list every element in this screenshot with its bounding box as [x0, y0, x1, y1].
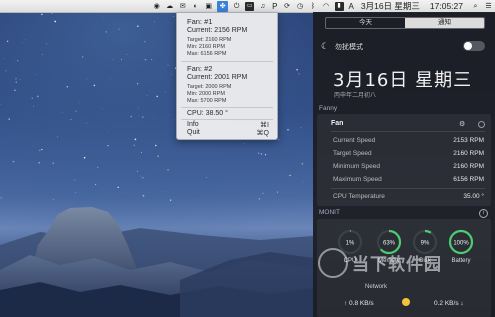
- fan1-title: Fan: #1: [187, 17, 213, 26]
- chat-icon[interactable]: ✉: [178, 2, 187, 11]
- maximum-speed-value: 6156 RPM: [453, 176, 484, 183]
- input-source[interactable]: A: [349, 2, 354, 11]
- sync-icon[interactable]: ⟳: [283, 2, 292, 11]
- gauge-label: Battery: [451, 258, 471, 264]
- p-menu-item[interactable]: P: [272, 2, 277, 11]
- fan2-title: Fan: #2: [187, 64, 213, 73]
- target-speed-label: Target Speed: [333, 150, 372, 157]
- gauge-value: 9%: [421, 241, 430, 247]
- current-speed-label: Current Speed: [333, 137, 376, 144]
- sun-icon: [402, 298, 410, 306]
- do-not-disturb-row: ☾ 勿扰模式: [321, 40, 489, 54]
- fan-menu-icon[interactable]: ✤: [217, 0, 229, 12]
- target-speed-value: 2160 RPM: [453, 150, 484, 157]
- fan2-current: Current: 2001 RPM: [187, 74, 248, 81]
- bluetooth-icon[interactable]: ᛒ: [309, 2, 318, 11]
- wifi-icon[interactable]: ◠: [322, 2, 331, 11]
- monitor-icon[interactable]: ▭: [245, 1, 255, 11]
- fan1-target: Target: 2160 RPM: [187, 37, 232, 43]
- maximum-speed-label: Maximum Speed: [333, 176, 382, 183]
- gauge-ring: 100%: [448, 229, 474, 255]
- notification-tabs: 今天 通知: [325, 17, 485, 29]
- network-download: 0.2 KB/s ↓: [434, 300, 464, 307]
- gauge-battery[interactable]: 100%: [448, 229, 474, 255]
- menubar-clock[interactable]: 17:05:27: [430, 1, 463, 11]
- clock-icon[interactable]: ◷: [296, 2, 305, 11]
- network-upload: ↑ 0.8 KB/s: [344, 300, 374, 307]
- minimum-speed-label: Minimum Speed: [333, 163, 380, 170]
- watermark-logo: [318, 248, 348, 278]
- minimum-speed-value: 2160 RPM: [453, 163, 484, 170]
- gauge-value: 63%: [383, 241, 396, 247]
- battery-icon[interactable]: ▮: [334, 1, 344, 11]
- toggle-knob: [464, 42, 472, 50]
- fan-dropdown-menu: Fan: #1 Current: 2156 RPM Target: 2160 R…: [176, 12, 278, 140]
- fan2-max: Max: 5700 RPM: [187, 98, 227, 104]
- fan-heading: Fan: [331, 120, 344, 127]
- divider: [331, 188, 485, 189]
- elephant-icon[interactable]: ◐: [191, 2, 200, 11]
- menu-separator: [181, 61, 273, 62]
- do-not-disturb-toggle[interactable]: [463, 41, 485, 51]
- divider: [331, 131, 485, 132]
- quit-menu-item[interactable]: Quit: [187, 129, 200, 136]
- info-icon[interactable]: i: [479, 209, 488, 218]
- cpu-temperature: CPU: 38.50 °: [187, 110, 228, 117]
- power-icon[interactable]: ⏻: [232, 2, 241, 11]
- quit-shortcut: ⌘Q: [256, 130, 269, 137]
- notification-list-icon[interactable]: ☰: [484, 2, 493, 11]
- fan1-max: Max: 6156 RPM: [187, 51, 227, 57]
- screen-record-icon[interactable]: ◉: [152, 2, 161, 11]
- menubar-date[interactable]: 3月16日 星期三: [361, 0, 420, 12]
- info-shortcut: ⌘I: [260, 122, 269, 129]
- tab-today[interactable]: 今天: [326, 18, 405, 28]
- box-icon[interactable]: ▣: [204, 2, 213, 11]
- fan2-min: Min: 2000 RPM: [187, 91, 225, 97]
- network-label: Network: [365, 284, 388, 290]
- watermark-text: 当下软件园: [352, 255, 442, 274]
- status-circle-icon: [478, 121, 485, 128]
- lunar-date: 丙申年二月初八: [334, 93, 377, 99]
- fan1-current: Current: 2156 RPM: [187, 27, 248, 34]
- do-not-disturb-label: 勿扰模式: [335, 44, 363, 51]
- moon-icon: ☾: [321, 41, 330, 51]
- headphones-icon[interactable]: ♫: [258, 2, 267, 11]
- info-menu-item[interactable]: Info: [187, 121, 199, 128]
- cpu-temperature-label: CPU Temperature: [333, 193, 385, 200]
- gear-icon[interactable]: ⚙: [459, 120, 465, 128]
- today-date: 3月16日 星期三: [333, 70, 473, 91]
- fan2-target: Target: 2000 RPM: [187, 84, 232, 90]
- gauge-value: 100%: [453, 241, 469, 247]
- cpu-temperature-value: 35.00 °: [463, 193, 484, 200]
- gauge-value: 1%: [346, 241, 355, 247]
- cloud-icon[interactable]: ☁: [165, 2, 174, 11]
- fanny-widget-title: Fanny: [319, 105, 338, 112]
- tab-notifications[interactable]: 通知: [405, 18, 484, 28]
- search-icon[interactable]: ⌕: [471, 2, 480, 11]
- menu-separator: [181, 107, 273, 108]
- monit-widget-title: MONIT: [319, 209, 340, 216]
- menu-separator: [181, 119, 273, 120]
- current-speed-value: 2153 RPM: [453, 137, 484, 144]
- fan1-min: Min: 2160 RPM: [187, 44, 225, 50]
